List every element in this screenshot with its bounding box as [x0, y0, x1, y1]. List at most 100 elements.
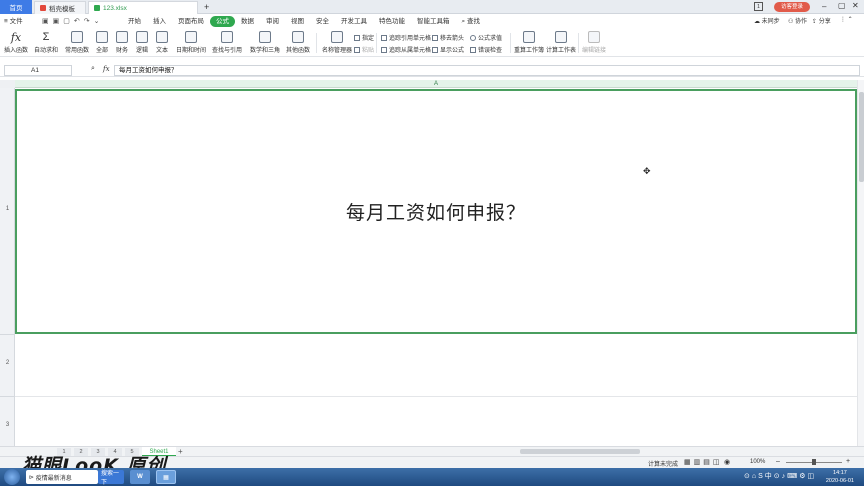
trace-precedents-icon	[381, 34, 387, 41]
recalc-workbook-button[interactable]: 重算工作簿	[514, 31, 544, 54]
tab-file[interactable]: 123.xlsx	[88, 1, 198, 14]
eye-protection-icon[interactable]: ◉	[724, 458, 730, 466]
all-functions-button[interactable]: 全部	[96, 31, 108, 54]
math-trig-button[interactable]: 数学和三角	[250, 31, 280, 54]
evaluate-icon	[470, 34, 476, 41]
close-button[interactable]: ✕	[852, 1, 859, 10]
wps-sheet-icon[interactable]: ▦	[156, 470, 176, 484]
vertical-scroll-thumb[interactable]	[859, 92, 864, 182]
insert-function-button[interactable]: fx 插入函数	[4, 31, 28, 54]
calc-status: 计算未完成	[648, 462, 679, 468]
login-button[interactable]: 访客登录	[774, 2, 810, 12]
vertical-scrollbar[interactable]	[857, 80, 864, 446]
financial-button[interactable]: 财务	[116, 31, 128, 54]
tab-smart-toolbox[interactable]: 智能工具箱	[411, 16, 456, 27]
title-tab-bar: 首页 稻壳模板 123.xlsx + 1 访客登录 – ▢ ✕	[0, 0, 864, 14]
tab-view[interactable]: 视图	[285, 16, 310, 27]
star-function-icon	[71, 31, 83, 43]
speaker-icon: ⊳	[29, 474, 35, 481]
row-header-1[interactable]: 1	[0, 206, 15, 212]
select-all-corner[interactable]	[0, 80, 15, 88]
datetime-button[interactable]: 日期和时间	[176, 31, 206, 54]
row-header-3[interactable]: 3	[0, 422, 15, 428]
zoom-out-icon[interactable]: –	[776, 458, 780, 465]
math-icon	[259, 31, 271, 43]
zoom-level[interactable]: 100%	[750, 459, 765, 465]
lookup-reference-button[interactable]: 查找与引用	[212, 31, 242, 54]
tab-page-layout[interactable]: 页面布局	[172, 16, 210, 27]
fx-button[interactable]: fx	[103, 65, 110, 73]
tab-features[interactable]: 特色功能	[373, 16, 411, 27]
error-check-button[interactable]: 错误检查	[470, 45, 502, 54]
zoom-in-icon[interactable]: +	[846, 458, 850, 465]
tab-insert[interactable]: 插入	[147, 16, 172, 27]
tab-formulas[interactable]: 公式	[210, 16, 235, 27]
ribbon-separator	[376, 33, 377, 53]
trace-dependents-icon	[381, 46, 387, 53]
text-functions-button[interactable]: 文本	[156, 31, 168, 54]
row-headers: 1 2 3	[0, 88, 15, 446]
template-icon	[40, 5, 46, 11]
share-button[interactable]: ⇪ 分享	[812, 16, 831, 25]
column-header-a[interactable]: A	[15, 80, 857, 88]
window-count-icon[interactable]: 1	[754, 2, 763, 11]
tab-start[interactable]: 开始	[122, 16, 147, 27]
search-menu[interactable]: ⌕ 查找	[456, 16, 486, 27]
name-box[interactable]: A1	[4, 65, 72, 76]
calc-sheet-button[interactable]: 计算工作表	[546, 31, 576, 54]
view-mode-icons[interactable]: ▦▥▤◫	[684, 458, 722, 466]
menu-file[interactable]: ≡ 文件	[0, 16, 29, 27]
logic-icon	[136, 31, 148, 43]
collab-button[interactable]: ⚇ 协作	[788, 16, 807, 25]
news-notice[interactable]: ⊳ 疫情最新消息	[26, 470, 98, 484]
common-functions-button[interactable]: 常用函数	[65, 31, 89, 54]
minimize-button[interactable]: –	[822, 2, 826, 11]
sync-status[interactable]: ☁ 未同步	[754, 16, 780, 25]
evaluate-formula-button[interactable]: 公式求值	[470, 33, 502, 42]
logical-button[interactable]: 逻辑	[136, 31, 148, 54]
cell-a1[interactable]: 每月工资如何申报？	[15, 89, 857, 334]
ribbon-separator	[578, 33, 579, 53]
tab-template[interactable]: 稻壳模板	[34, 1, 86, 14]
ribbon-tabs: 开始 插入 页面布局 公式 数据 审阅 视图 安全 开发工具 特色功能 智能工具…	[122, 16, 486, 27]
formula-input[interactable]: 每月工资如何申报？	[114, 65, 860, 76]
formula-bar: A1 ⌕ fx 每月工资如何申报？	[0, 64, 864, 77]
paste-icon	[354, 46, 360, 53]
edit-links-button[interactable]: 编辑链接	[582, 31, 606, 54]
quick-access-toolbar[interactable]: ▣▣▢↶↷⌄	[42, 17, 103, 25]
remove-arrows-button[interactable]: 移去箭头	[432, 33, 464, 42]
tab-developer[interactable]: 开发工具	[335, 16, 373, 27]
autosum-button[interactable]: Σ 自动求和	[34, 31, 58, 54]
start-button-icon[interactable]	[4, 469, 20, 485]
other-functions-button[interactable]: 其他函数	[286, 31, 310, 54]
trace-dependents-button[interactable]: 追踪从属单元格	[381, 45, 431, 54]
menu-bar: ≡ 文件 ▣▣▢↶↷⌄ 开始 插入 页面布局 公式 数据 审阅 视图 安全 开发…	[0, 14, 864, 29]
paste-button[interactable]: 粘贴	[354, 45, 374, 54]
tab-security[interactable]: 安全	[310, 16, 335, 27]
tab-review[interactable]: 审阅	[260, 16, 285, 27]
clock[interactable]: 14:17 2020-06-01	[826, 469, 854, 485]
system-tray-icons[interactable]: ⊙⌂S中⊙♪⌨⚙◫	[744, 471, 816, 481]
specify-icon	[354, 34, 360, 41]
wps-writer-icon[interactable]: W	[130, 470, 150, 484]
row-header-2[interactable]: 2	[0, 360, 15, 366]
tab-home[interactable]: 首页	[0, 0, 32, 14]
ribbon-separator	[316, 33, 317, 53]
name-manager-button[interactable]: 名称管理器	[322, 31, 352, 54]
grid-line	[15, 396, 857, 397]
new-tab-button[interactable]: +	[204, 2, 209, 12]
zoom-slider-thumb[interactable]	[812, 459, 816, 465]
search-once-button[interactable]: 搜索一下	[98, 470, 124, 486]
zoom-search-icon[interactable]: ⌕	[91, 65, 95, 73]
recalc-workbook-icon	[523, 31, 535, 43]
specify-button[interactable]: 指定	[354, 33, 374, 42]
horizontal-scroll-thumb[interactable]	[520, 449, 640, 454]
maximize-button[interactable]: ▢	[838, 1, 846, 10]
add-sheet-button[interactable]: +	[178, 447, 183, 456]
trace-precedents-button[interactable]: 追踪引用单元格	[381, 33, 431, 42]
more-functions-icon	[292, 31, 304, 43]
tab-data[interactable]: 数据	[235, 16, 260, 27]
show-formulas-button[interactable]: 显示公式	[432, 45, 464, 54]
lookup-icon	[221, 31, 233, 43]
more-menu-icon[interactable]: ⋮ ⌃	[840, 16, 853, 23]
